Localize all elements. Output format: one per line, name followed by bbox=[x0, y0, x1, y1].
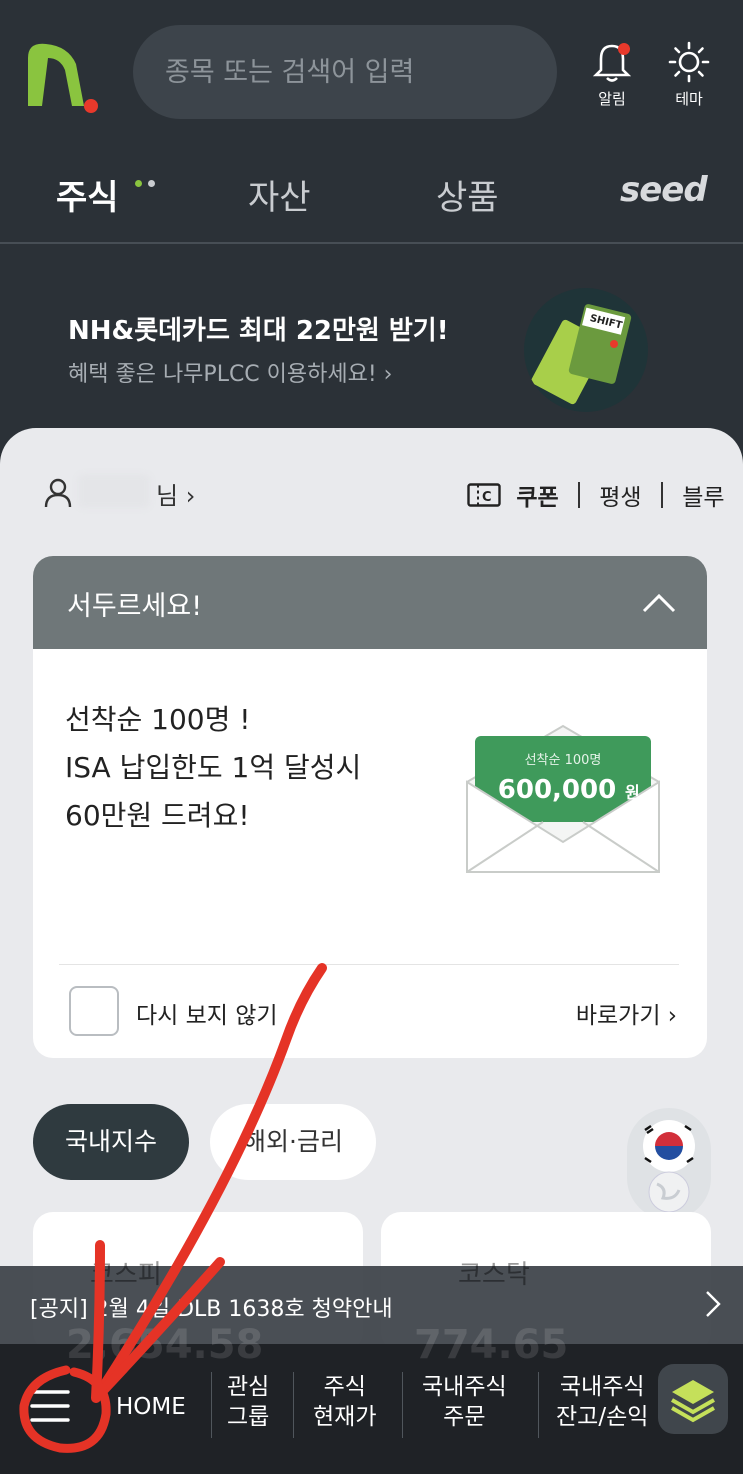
envelope-illustration: 선착순 100명 600,000 원 bbox=[466, 724, 660, 873]
kospi-name: 코스피 bbox=[90, 1260, 162, 1290]
dont-show-checkbox[interactable] bbox=[69, 986, 119, 1036]
bottom-nav: 2,654.58 774.65 HOME 관심 그룹 주식 현재가 국내주식 주… bbox=[0, 1322, 743, 1474]
popup-message: 선착순 100명 ! ISA 납입한도 1억 달성시 60만원 드려요! bbox=[65, 703, 362, 832]
event-popup: 서두르세요! 선착순 100명 ! ISA 납입한도 1억 달성시 60만원 드… bbox=[33, 556, 707, 1058]
layers-button[interactable] bbox=[658, 1364, 728, 1434]
chevron-up-icon[interactable] bbox=[641, 584, 677, 620]
new-dots-icon bbox=[135, 172, 161, 191]
sun-icon bbox=[668, 41, 710, 83]
benefit-links: C 쿠폰 평생 블루 bbox=[467, 478, 725, 511]
kospi-value: 2,654.58 bbox=[66, 1322, 264, 1368]
region-toggle[interactable] bbox=[627, 1108, 711, 1220]
envelope-caption: 선착순 100명 bbox=[525, 753, 602, 768]
alarm-button[interactable]: 알림 bbox=[582, 40, 642, 110]
main-tabs: 주식 자산 상품 seed bbox=[0, 150, 743, 244]
coupon-link[interactable]: 쿠폰 bbox=[516, 485, 558, 511]
popup-header[interactable]: 서두르세요! bbox=[33, 556, 707, 649]
nav-home[interactable]: HOME bbox=[116, 1392, 186, 1422]
tab-domestic-index[interactable]: 국내지수 bbox=[33, 1104, 189, 1180]
goto-link[interactable]: 바로가기 › bbox=[576, 996, 677, 1030]
kosdaq-value: 774.65 bbox=[414, 1322, 569, 1368]
kosdaq-name: 코스닥 bbox=[458, 1260, 530, 1290]
coupon-icon: C bbox=[467, 483, 501, 507]
app-header: 알림 테마 bbox=[0, 0, 743, 140]
nav-watchlist[interactable]: 관심 그룹 bbox=[227, 1372, 269, 1432]
promo-title: NH&롯데카드 최대 22만원 받기! bbox=[68, 316, 449, 346]
envelope-unit: 원 bbox=[625, 783, 640, 802]
chevron-right-icon bbox=[706, 1291, 721, 1317]
dont-show-label[interactable]: 다시 보지 않기 bbox=[136, 996, 278, 1030]
layers-icon bbox=[671, 1380, 715, 1423]
tab-stocks[interactable]: 주식 bbox=[56, 170, 119, 219]
hamburger-menu-icon[interactable] bbox=[28, 1386, 72, 1426]
user-suffix: 님 › bbox=[156, 482, 196, 510]
theme-label: 테마 bbox=[675, 90, 703, 108]
search-bar[interactable] bbox=[133, 25, 557, 119]
notice-text: [공지] 2월 4일 DLB 1638호 청약안내 bbox=[30, 1297, 393, 1322]
user-name-masked bbox=[78, 474, 150, 508]
grade-link[interactable]: 블루 bbox=[682, 485, 724, 511]
app-logo[interactable] bbox=[22, 36, 104, 118]
tab-assets[interactable]: 자산 bbox=[248, 170, 311, 219]
envelope-amount: 600,000 bbox=[498, 775, 616, 805]
bell-icon bbox=[592, 43, 632, 82]
tab-products[interactable]: 상품 bbox=[436, 170, 499, 219]
alarm-label: 알림 bbox=[598, 90, 626, 108]
svg-text:C: C bbox=[482, 490, 492, 505]
theme-button[interactable]: 테마 bbox=[659, 40, 719, 110]
tab-seed[interactable]: seed bbox=[620, 170, 708, 210]
popup-title: 서두르세요! bbox=[67, 591, 203, 622]
search-input[interactable] bbox=[165, 25, 525, 119]
tab-global-rates[interactable]: 해외·금리 bbox=[210, 1104, 376, 1180]
popup-divider bbox=[59, 964, 679, 965]
user-icon bbox=[44, 478, 72, 508]
nav-domestic-balance[interactable]: 국내주식 잔고/손익 bbox=[556, 1372, 648, 1432]
nav-domestic-order[interactable]: 국내주식 주문 bbox=[422, 1372, 507, 1432]
nav-stock-price[interactable]: 주식 현재가 bbox=[313, 1372, 376, 1432]
card-promo-image: SHIFT bbox=[524, 288, 648, 412]
lifetime-link[interactable]: 평생 bbox=[599, 485, 641, 511]
korea-flag-icon bbox=[643, 1120, 695, 1172]
promo-subtitle: 혜택 좋은 나무PLCC 이용하세요! › bbox=[68, 362, 393, 387]
